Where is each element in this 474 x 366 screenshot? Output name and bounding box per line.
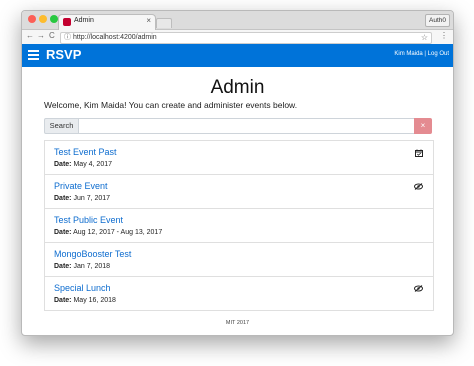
page-title: Admin <box>210 77 265 98</box>
search-group: Search × <box>44 118 432 134</box>
date-label: Date: <box>54 195 72 202</box>
date-value: Aug 12, 2017 - Aug 13, 2017 <box>73 229 163 236</box>
angular-icon <box>63 18 71 26</box>
eye-slash-icon <box>414 285 423 294</box>
search-label: Search <box>44 118 79 134</box>
date-value: Jan 7, 2018 <box>73 263 111 270</box>
browser-window: Admin × Auth0 ← → C ⓘ http://localhost:4… <box>21 10 454 336</box>
tab-close-icon[interactable]: × <box>146 16 151 25</box>
list-item: Private Event Date: Jun 7, 2017 <box>45 175 433 209</box>
welcome-text: Welcome, Kim Maida! You can create and a… <box>44 100 298 110</box>
back-icon[interactable]: ← <box>26 31 34 40</box>
maximize-window-button[interactable] <box>50 15 58 23</box>
date-label: Date: <box>54 161 72 168</box>
list-item: Special Lunch Date: May 16, 2018 <box>45 277 433 310</box>
search-input[interactable] <box>78 118 415 134</box>
list-item: Test Event Past Date: May 4, 2017 <box>45 141 433 175</box>
event-date: Date: Jun 7, 2017 <box>54 195 110 202</box>
event-date: Date: Aug 12, 2017 - Aug 13, 2017 <box>54 229 162 236</box>
url-text[interactable]: http://localhost:4200/admin <box>73 33 157 43</box>
eye-slash-icon <box>414 183 423 192</box>
title-bar: Admin × Auth0 <box>22 11 453 30</box>
calendar-check-icon <box>415 149 423 159</box>
event-date: Date: Jan 7, 2018 <box>54 263 110 270</box>
clear-search-button[interactable]: × <box>414 118 432 134</box>
app-navbar: RSVP Kim Maida | Log Out <box>22 44 453 67</box>
event-title-link[interactable]: Private Event <box>54 181 108 191</box>
event-title-link[interactable]: MongoBooster Test <box>54 249 131 259</box>
browser-toolbar: ← → C ⓘ http://localhost:4200/admin ☆ ⋮ <box>22 30 453 45</box>
event-date: Date: May 16, 2018 <box>54 297 116 304</box>
minimize-window-button[interactable] <box>39 15 47 23</box>
new-tab-button[interactable] <box>156 18 172 28</box>
event-date: Date: May 4, 2017 <box>54 161 112 168</box>
hamburger-menu-icon[interactable] <box>28 50 39 60</box>
date-value: Jun 7, 2017 <box>73 195 111 202</box>
list-item: Test Public Event Date: Aug 12, 2017 - A… <box>45 209 433 243</box>
user-logout-link[interactable]: Kim Maida | Log Out <box>394 51 449 57</box>
address-bar[interactable]: ⓘ http://localhost:4200/admin ☆ <box>60 32 432 44</box>
forward-icon[interactable]: → <box>37 31 45 40</box>
brand-logo[interactable]: RSVP <box>46 47 81 62</box>
list-item: MongoBooster Test Date: Jan 7, 2018 <box>45 243 433 277</box>
date-label: Date: <box>54 263 72 270</box>
date-label: Date: <box>54 297 72 304</box>
event-title-link[interactable]: Test Public Event <box>54 215 123 225</box>
event-title-link[interactable]: Test Event Past <box>54 147 117 157</box>
footer-text: MIT 2017 <box>225 320 250 326</box>
date-value: May 4, 2017 <box>73 161 112 168</box>
profile-button[interactable]: Auth0 <box>425 14 450 27</box>
event-list: Test Event Past Date: May 4, 2017 Privat… <box>44 140 434 311</box>
date-value: May 16, 2018 <box>73 297 116 304</box>
info-icon[interactable]: ⓘ <box>64 33 71 43</box>
reload-icon[interactable]: C <box>49 31 55 40</box>
tab-title: Admin <box>74 17 94 24</box>
event-title-link[interactable]: Special Lunch <box>54 283 111 293</box>
browser-menu-icon[interactable]: ⋮ <box>440 31 448 40</box>
date-label: Date: <box>54 229 72 236</box>
bookmark-star-icon[interactable]: ☆ <box>421 33 428 43</box>
browser-tab[interactable]: Admin × <box>58 14 156 30</box>
close-window-button[interactable] <box>28 15 36 23</box>
